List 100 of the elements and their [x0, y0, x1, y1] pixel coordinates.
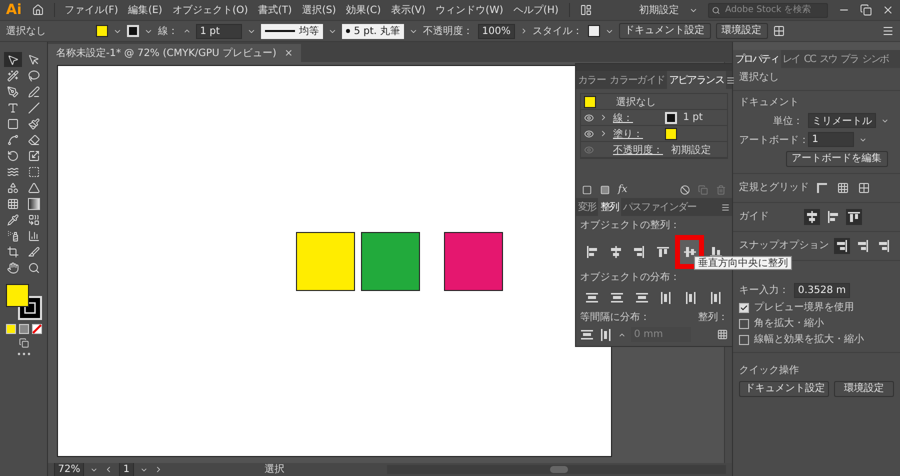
panel-tab[interactable]: シンボ [860, 50, 890, 68]
search-field[interactable]: Adobe Stock を検索 [708, 2, 828, 18]
line-icon[interactable] [28, 102, 40, 114]
perspective-icon[interactable] [28, 182, 40, 194]
settings-button[interactable]: 環境設定 [716, 23, 768, 39]
text-icon[interactable] [7, 102, 19, 114]
fill-swatch[interactable] [665, 128, 677, 140]
fill-swatch[interactable] [96, 25, 108, 37]
page-field[interactable]: 1 [119, 462, 134, 476]
pointer-icon[interactable] [28, 54, 40, 66]
frame-icon[interactable] [28, 166, 40, 178]
zoom-icon[interactable] [28, 262, 40, 274]
bar-chart-icon[interactable] [28, 230, 40, 242]
pixel-grid-icon[interactable] [858, 182, 870, 194]
panel-tab[interactable]: レイ [780, 50, 802, 68]
quick-action-button[interactable]: 環境設定 [834, 381, 894, 397]
eye-icon[interactable] [584, 128, 594, 138]
stroke-swatch[interactable] [665, 112, 677, 124]
close-icon[interactable] [882, 4, 894, 16]
mesh-icon[interactable] [7, 198, 19, 210]
menu-item[interactable]: 選択(S) [302, 3, 336, 17]
clear-icon[interactable] [680, 185, 690, 195]
gradient-icon[interactable] [28, 198, 40, 210]
menu-item[interactable]: ファイル(F) [64, 3, 118, 17]
style-swatch[interactable] [588, 25, 600, 37]
panel-tab[interactable]: プロパティ [733, 50, 781, 68]
knife-icon[interactable] [28, 246, 40, 258]
eraser-icon[interactable] [28, 134, 40, 146]
new-stroke-icon[interactable] [582, 185, 592, 195]
grid-icon[interactable] [837, 182, 849, 194]
panel-tab[interactable]: パスファインダー [620, 198, 698, 216]
menu-item[interactable]: 編集(E) [128, 3, 162, 17]
attribute-label[interactable]: 塗り： [609, 126, 665, 140]
menu-item[interactable]: 効果(C) [346, 3, 381, 17]
panel-tab[interactable]: スウ [817, 50, 839, 68]
stroke-swatch[interactable] [127, 25, 139, 37]
panel-menu-icon[interactable] [721, 202, 730, 212]
eye-icon[interactable] [584, 112, 594, 122]
scrollbar-thumb[interactable] [550, 466, 568, 473]
stroke-weight-field[interactable]: 1 pt [196, 24, 242, 38]
panel-tab[interactable]: 整列 [598, 198, 621, 216]
curve-icon[interactable] [7, 134, 19, 146]
more-icon[interactable] [16, 352, 30, 356]
settings-button[interactable]: ドキュメント設定 [618, 23, 711, 39]
checkbox[interactable] [739, 319, 749, 329]
app-logo[interactable]: Ai [6, 2, 22, 18]
rectangle-icon[interactable] [7, 118, 19, 130]
magic-wand-icon[interactable] [7, 70, 19, 82]
fill-stroke-icon[interactable] [6, 284, 42, 320]
brush-icon[interactable] [28, 118, 40, 130]
warp-icon[interactable] [7, 166, 19, 178]
panel-tab[interactable]: ブラ [838, 50, 860, 68]
ruler-icon[interactable] [816, 182, 828, 194]
home-icon[interactable] [32, 4, 44, 16]
zoom-field[interactable]: 72% [54, 462, 84, 476]
panel-menu-icon[interactable] [726, 76, 736, 84]
document-tab[interactable]: 名称未設定-1* @ 72% (CMYK/GPU プレビュー) × [48, 44, 301, 62]
artboard-dropdown[interactable]: 1 [808, 132, 854, 147]
unit-dropdown[interactable]: ミリメートル [808, 113, 876, 128]
attribute-label[interactable]: 不透明度： [609, 142, 665, 156]
menu-item[interactable]: 書式(T) [258, 3, 292, 17]
quick-action-button[interactable]: ドキュメント設定 [739, 381, 829, 397]
eyedropper-icon[interactable] [7, 214, 19, 226]
shapes-icon[interactable] [7, 182, 19, 194]
effects-button[interactable]: fx [618, 184, 628, 196]
panel-tab[interactable]: CC [802, 50, 818, 68]
draw-mode-icon[interactable] [18, 338, 28, 348]
stroke-profile-dropdown[interactable]: 均等 [260, 24, 323, 38]
workspace-switcher[interactable]: 初期設定 [639, 3, 679, 17]
spin-up-icon[interactable] [183, 27, 191, 35]
blend-icon[interactable] [28, 214, 40, 226]
menu-item[interactable]: ウィンドウ(W) [436, 3, 504, 17]
arrow-pointer-icon[interactable] [7, 54, 19, 66]
crop-icon[interactable] [7, 246, 19, 258]
rotate-icon[interactable] [7, 150, 19, 162]
arrange-icon[interactable] [772, 25, 785, 37]
edit-artboard-button[interactable]: アートボードを編集 [786, 151, 888, 167]
align-to-icon[interactable] [717, 329, 728, 340]
opacity-field[interactable]: 100% [478, 24, 515, 38]
layout-icon[interactable] [580, 4, 592, 16]
checkbox[interactable] [739, 335, 749, 345]
color-mode-swatch[interactable] [6, 324, 16, 334]
menu-item[interactable]: オブジェクト(O) [172, 3, 248, 17]
scale-icon[interactable] [28, 150, 40, 162]
brush-dropdown[interactable]: 5 pt. 丸筆 [342, 24, 404, 38]
panel-tab[interactable]: 変形 [576, 198, 598, 216]
checkbox[interactable] [739, 303, 749, 313]
menu-item[interactable]: ヘルプ(H) [513, 3, 559, 17]
panel-tab[interactable]: カラーガイド [608, 71, 667, 89]
panel-tab[interactable]: アピアランス [666, 71, 726, 89]
pen-icon[interactable] [7, 86, 19, 98]
new-fill-icon[interactable] [600, 185, 610, 195]
lasso-icon[interactable] [28, 70, 40, 82]
menu-item[interactable]: 表示(V) [390, 3, 426, 17]
gradient-mode-swatch[interactable] [18, 324, 28, 334]
attribute-label[interactable]: 線： [609, 110, 665, 124]
tab-close-button[interactable]: × [284, 48, 293, 58]
menu-icon[interactable] [882, 25, 894, 37]
panel-tab[interactable]: カラー [576, 71, 608, 89]
key-increment-field[interactable]: 0.3528 m [794, 283, 850, 298]
